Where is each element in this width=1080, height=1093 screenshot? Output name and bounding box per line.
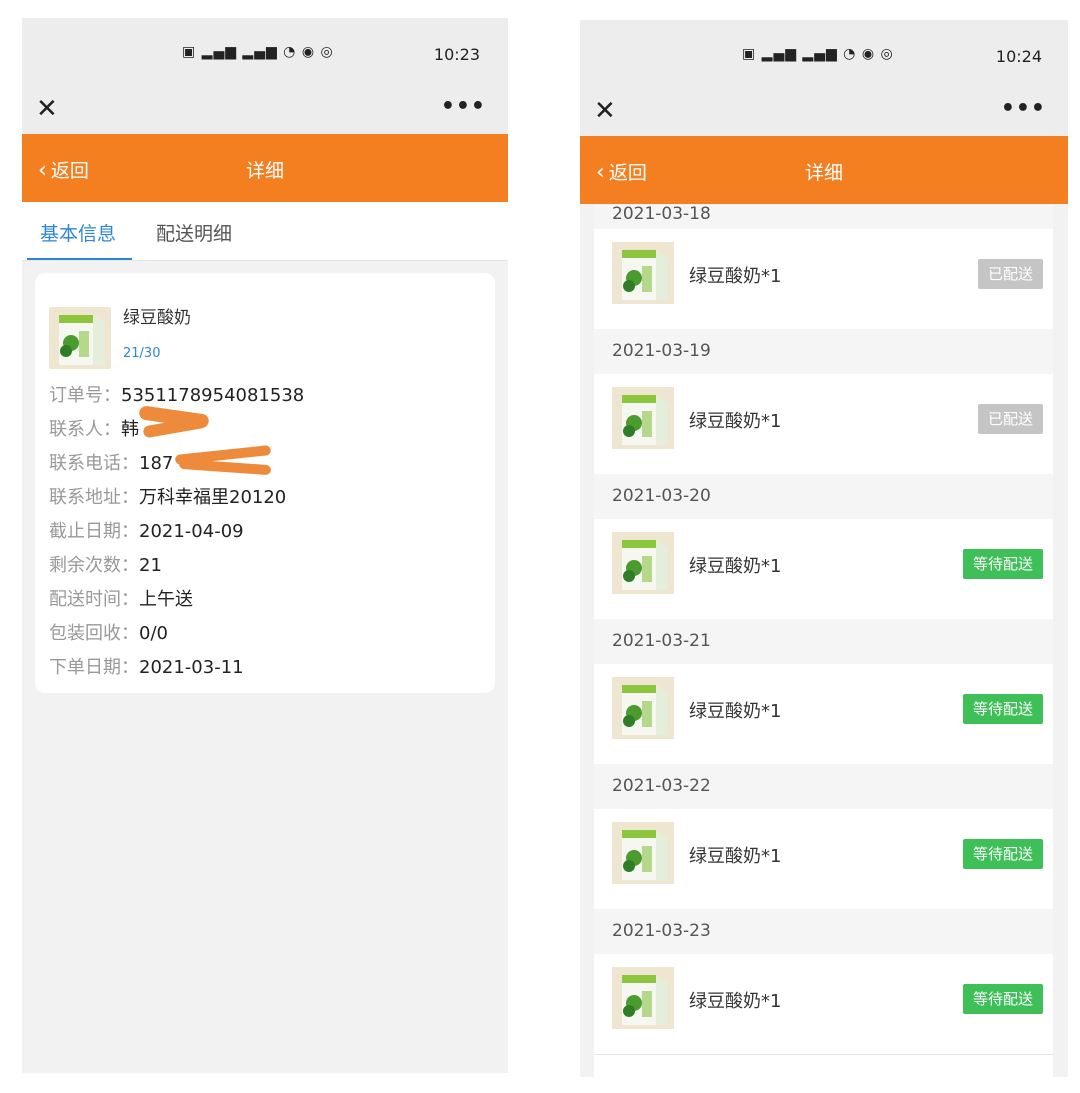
delivery-date: 2021-03-18 [612, 204, 711, 224]
tab-bar: 基本信息 配送明细 [22, 202, 508, 261]
back-button[interactable]: ‹ 返回 [596, 158, 647, 185]
page-header: ‹ 返回 详细 [22, 134, 508, 202]
delivery-item-name: 绿豆酸奶*1 [689, 846, 782, 867]
delivery-status-badge: 等待配送 [962, 549, 1043, 579]
delivery-date: 2021-03-21 [612, 631, 711, 651]
delivery-status-badge: 已配送 [977, 259, 1043, 289]
delivery-status-badge: 等待配送 [962, 839, 1043, 869]
product-image [612, 677, 674, 739]
page-title: 详细 [804, 162, 843, 184]
product-image [612, 822, 674, 884]
product-count: 21/30 [123, 346, 161, 361]
status-time: 10:23 [433, 45, 480, 64]
delivery-date: 2021-03-19 [612, 341, 711, 361]
delivery-date: 2021-03-23 [612, 921, 711, 941]
info-contact: 联系人：韩 [49, 419, 139, 440]
chevron-left-icon: ‹ [596, 160, 605, 185]
tab-active-indicator [27, 258, 132, 260]
product-name: 绿豆酸奶 [123, 308, 191, 328]
phone-right-screen: ▣ ▂▄▆ ▂▄▆ ◔ ◉ ◎ 10:24 ✕ ••• ‹ 返回 详细 2021-… [580, 20, 1068, 1077]
delivery-date-row: 2021-03-18 [594, 204, 1053, 229]
page-header: ‹ 返回 详细 [580, 136, 1068, 204]
more-icon[interactable]: ••• [441, 96, 486, 118]
delivery-date-row: 2021-03-19 [594, 329, 1053, 374]
status-bar: ▣ ▂▄▆ ▂▄▆ ◔ ◉ ◎ 10:24 [580, 20, 1068, 90]
delivery-date: 2021-03-22 [612, 776, 711, 796]
wechat-bar: ✕ ••• [22, 88, 508, 134]
delivery-date-row: 2021-03-21 [594, 619, 1053, 664]
info-end-date: 截止日期：2021-04-09 [49, 521, 244, 542]
delivery-date-row: 2021-03-22 [594, 764, 1053, 809]
delivery-date-row: 2021-03-23 [594, 909, 1053, 954]
tab-delivery-detail[interactable]: 配送明细 [156, 219, 232, 246]
redaction-mark [178, 458, 272, 476]
phone-left-screen: ▣ ▂▄▆ ▂▄▆ ◔ ◉ ◎ 10:23 ✕ ••• ‹ 返回 详细 基本信息 … [22, 18, 508, 1073]
back-label: 返回 [50, 160, 89, 182]
product-image [49, 307, 111, 369]
product-image [612, 967, 674, 1029]
delivery-status-badge: 等待配送 [962, 984, 1043, 1014]
status-icons: ▣ ▂▄▆ ▂▄▆ ◔ ◉ ◎ [182, 44, 334, 60]
delivery-item-name: 绿豆酸奶*1 [689, 701, 782, 722]
back-label: 返回 [608, 162, 647, 184]
status-icons: ▣ ▂▄▆ ▂▄▆ ◔ ◉ ◎ [742, 46, 894, 62]
close-icon[interactable]: ✕ [36, 94, 58, 124]
order-info-card: 绿豆酸奶 21/30 订单号：5351178954081538 联系人：韩 联系… [35, 273, 495, 693]
status-time: 10:24 [995, 47, 1042, 66]
wechat-bar: ✕ ••• [580, 90, 1068, 136]
info-remaining: 剩余次数：21 [49, 555, 162, 576]
delivery-list: 2021-03-18 绿豆酸奶*1 已配送 2021-03-19 绿豆酸奶*1 已配送 20… [594, 204, 1053, 1077]
delivery-item-name: 绿豆酸奶*1 [689, 991, 782, 1012]
chevron-left-icon: ‹ [38, 158, 47, 183]
product-image [612, 242, 674, 304]
delivery-item-row[interactable]: 绿豆酸奶*1 已配送 [594, 374, 1053, 475]
info-order-date: 下单日期：2021-03-11 [49, 657, 244, 678]
delivery-item-row[interactable]: 绿豆酸奶*1 等待配送 [594, 519, 1053, 620]
delivery-item-name: 绿豆酸奶*1 [689, 556, 782, 577]
delivery-item-row[interactable]: 绿豆酸奶*1 等待配送 [594, 954, 1053, 1055]
delivery-item-row[interactable]: 绿豆酸奶*1 已配送 [594, 229, 1053, 330]
tab-basic-info[interactable]: 基本信息 [40, 219, 116, 246]
delivery-date-row: 2021-03-20 [594, 474, 1053, 519]
delivery-item-name: 绿豆酸奶*1 [689, 266, 782, 287]
delivery-item-row[interactable]: 绿豆酸奶*1 等待配送 [594, 664, 1053, 765]
page-title: 详细 [245, 160, 284, 182]
more-icon[interactable]: ••• [1001, 98, 1046, 120]
product-image [612, 532, 674, 594]
info-order-number: 订单号：5351178954081538 [49, 385, 305, 406]
delivery-item-row[interactable]: 绿豆酸奶*1 等待配送 [594, 809, 1053, 910]
info-phone: 联系电话：187 [49, 453, 174, 474]
delivery-date: 2021-03-20 [612, 486, 711, 506]
delivery-status-badge: 等待配送 [962, 694, 1043, 724]
status-bar: ▣ ▂▄▆ ▂▄▆ ◔ ◉ ◎ 10:23 [22, 18, 508, 88]
back-button[interactable]: ‹ 返回 [38, 156, 89, 183]
info-package-recycle: 包装回收：0/0 [49, 623, 168, 644]
info-address: 联系地址：万科幸福里20120 [49, 487, 287, 508]
product-image [612, 387, 674, 449]
delivery-status-badge: 已配送 [977, 404, 1043, 434]
info-delivery-time: 配送时间：上午送 [49, 589, 193, 610]
delivery-item-name: 绿豆酸奶*1 [689, 411, 782, 432]
close-icon[interactable]: ✕ [594, 96, 616, 126]
